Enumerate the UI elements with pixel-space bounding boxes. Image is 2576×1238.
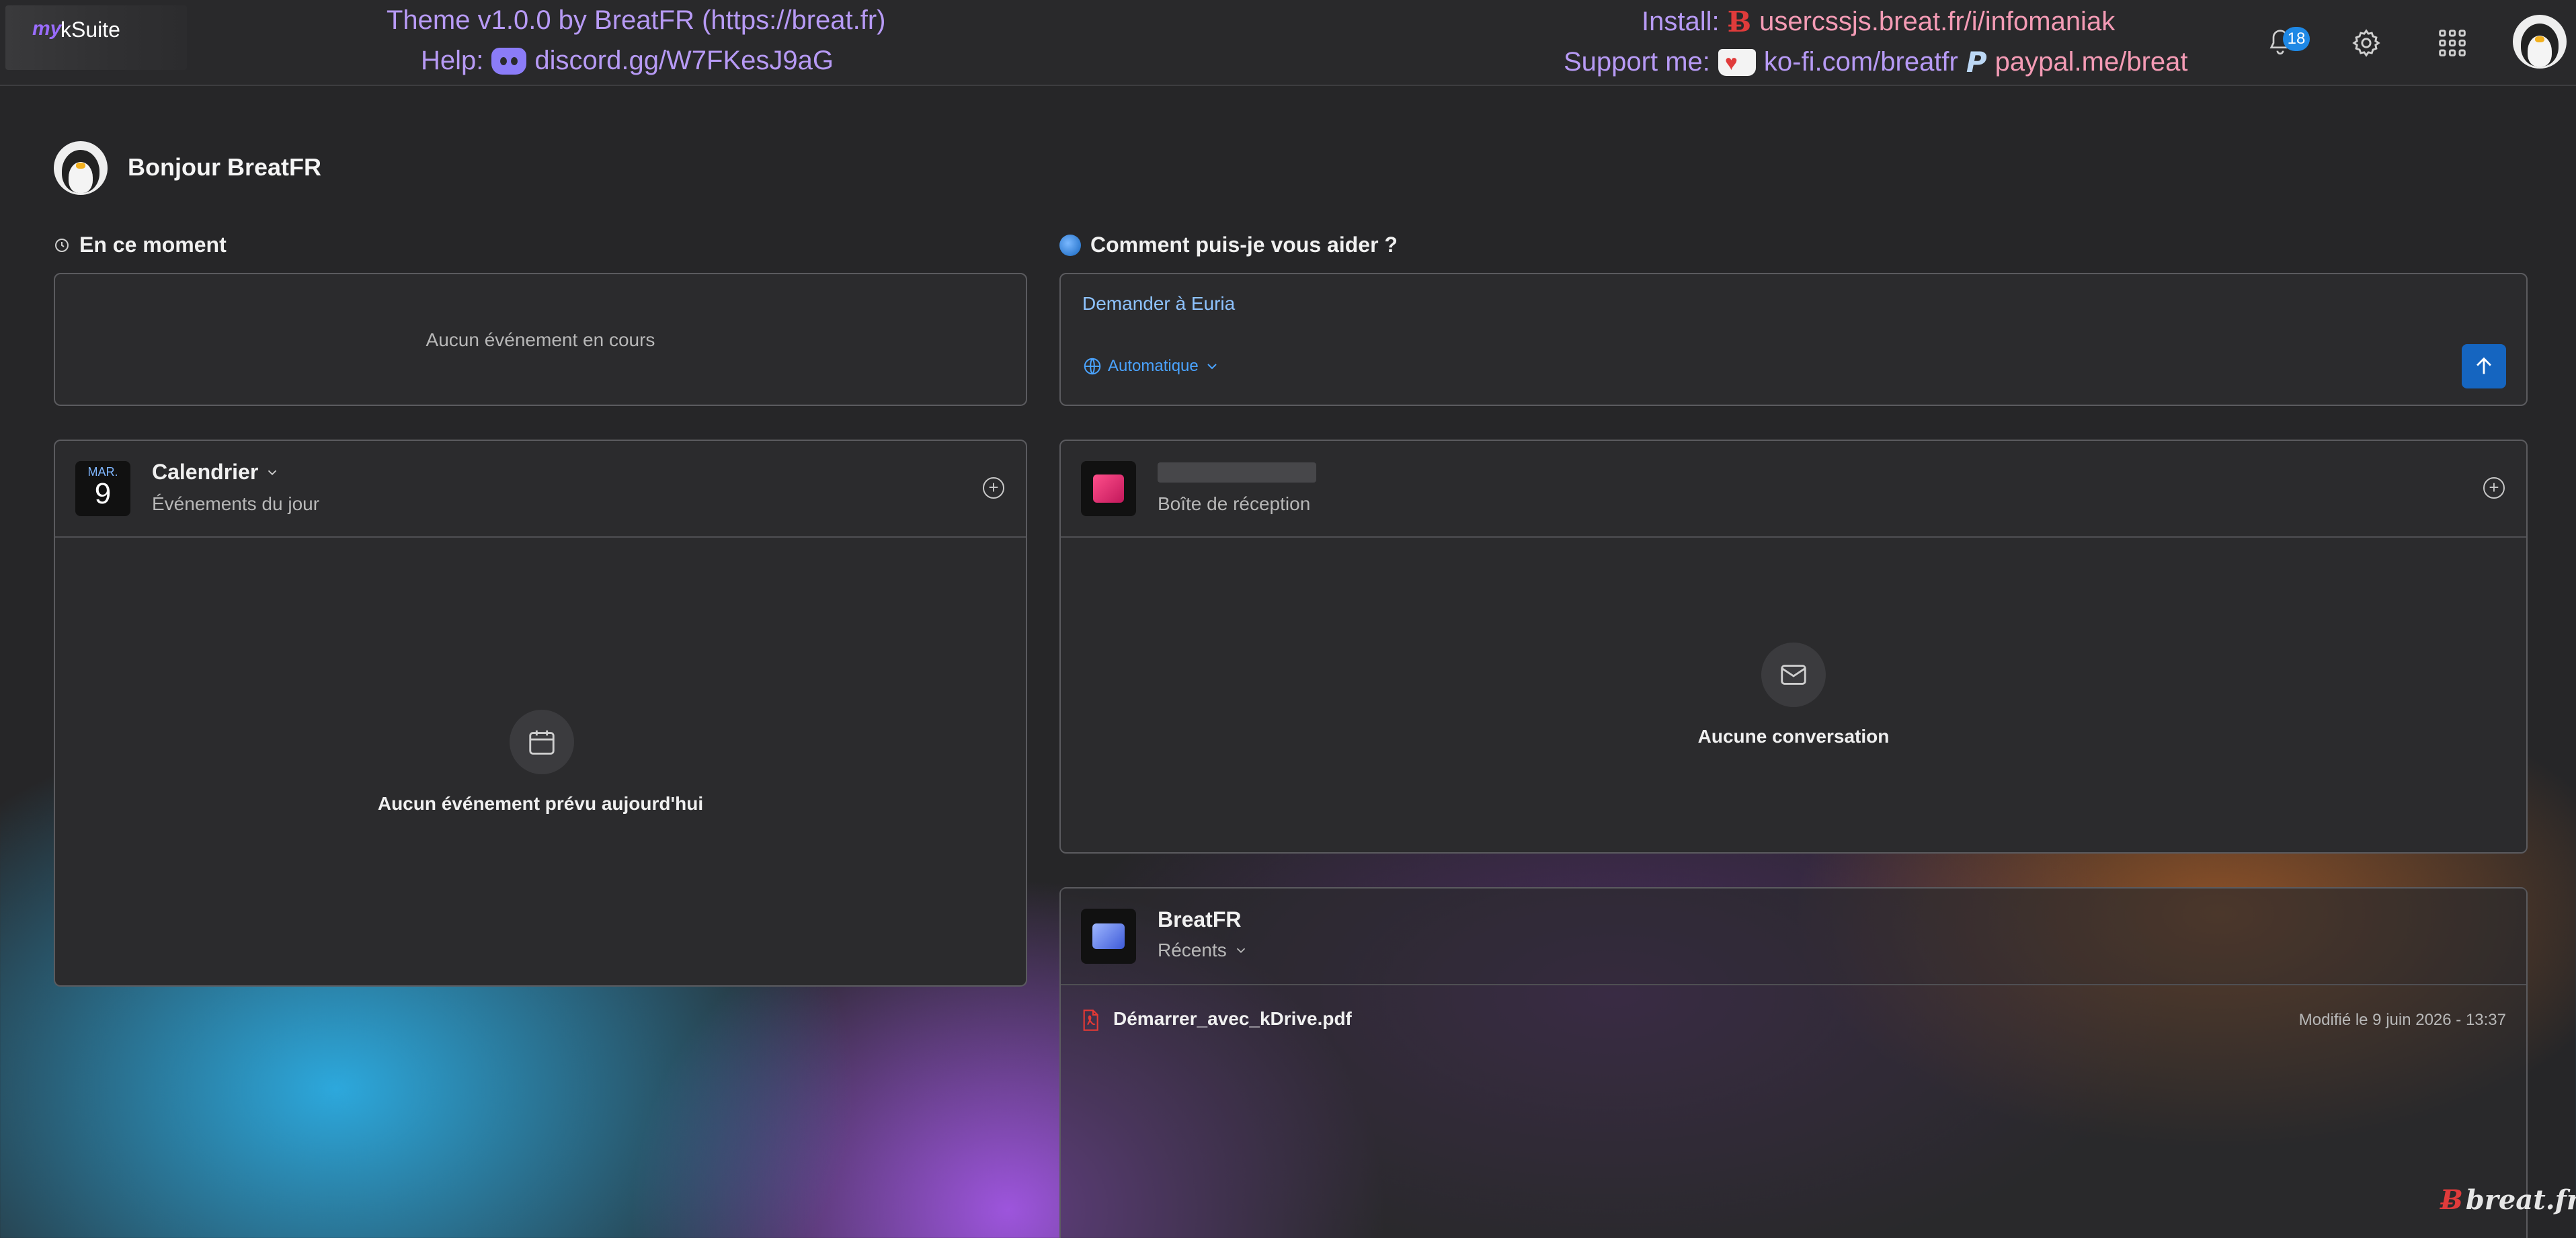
chevron-down-icon — [1236, 948, 1245, 954]
drive-header: BreatFR Récents — [1061, 889, 2526, 985]
logo-ksuite: kSuite — [61, 17, 120, 42]
paypal-icon: P — [1966, 46, 1987, 79]
calendar-add-button[interactable]: + — [983, 477, 1004, 499]
arrow-up-icon — [2477, 357, 2491, 374]
chevron-down-icon — [268, 470, 277, 475]
support-label: Support me: — [1564, 47, 1710, 77]
mail-app-icon — [1081, 461, 1136, 516]
now-title: En ce moment — [79, 233, 227, 257]
gear-icon — [2352, 29, 2380, 57]
help-line: Help: discord.gg/W7FKesJ9aG — [421, 46, 834, 76]
send-button[interactable] — [2462, 344, 2506, 388]
install-label: Install: — [1642, 7, 1720, 36]
calendar-empty-icon — [510, 710, 574, 774]
help-discord-link[interactable]: discord.gg/W7FKesJ9aG — [534, 46, 834, 76]
penguin-avatar-icon — [2521, 23, 2559, 67]
drive-title: BreatFR — [1158, 907, 1242, 932]
top-bar: my kSuite Theme v1.0.0 by BreatFR (https… — [0, 0, 2576, 86]
greeting-avatar — [54, 141, 108, 195]
calendar-icon — [529, 730, 555, 755]
watermark-text: breat.fr — [2465, 1184, 2576, 1216]
logo-my: my — [32, 17, 62, 40]
assistant-input[interactable]: Demander à Euria — [1082, 293, 1235, 315]
file-name: Démarrer_avec_kDrive.pdf — [1113, 1008, 1352, 1029]
euria-icon — [1059, 234, 1081, 256]
now-section-title: En ce moment — [54, 233, 227, 257]
calendar-card: MAR. 9 Calendrier Événements du jour + A… — [54, 440, 1027, 987]
kofi-cup-icon — [1718, 48, 1756, 76]
assistant-title: Comment puis-je vous aider ? — [1090, 233, 1398, 257]
mail-empty-icon — [1761, 643, 1826, 707]
support-line: Support me: ko-fi.com/breatfr P paypal.m… — [1564, 46, 2188, 79]
mail-header: Boîte de réception + — [1061, 441, 2526, 538]
drive-app-icon — [1081, 909, 1136, 964]
apps-button[interactable] — [2431, 22, 2474, 65]
greeting-title: Bonjour BreatFR — [128, 153, 321, 181]
pdf-file-icon — [1083, 1009, 1098, 1031]
calendar-subtitle: Événements du jour — [152, 493, 320, 514]
assistant-section-title: Comment puis-je vous aider ? — [1059, 233, 1398, 257]
install-link[interactable]: usercssjs.breat.fr/i/infomaniak — [1759, 7, 2115, 37]
theme-credit-text: Theme v1.0.0 by BreatFR (https://breat.f… — [387, 5, 886, 35]
apps-grid-icon — [2439, 30, 2466, 56]
mail-account-name-redacted — [1158, 462, 1316, 483]
paypal-link[interactable]: paypal.me/breat — [1995, 47, 2188, 77]
assistant-card: Demander à Euria Automatique — [1059, 273, 2528, 406]
calendar-header: MAR. 9 Calendrier Événements du jour + — [55, 441, 1026, 538]
assistant-mode-label: Automatique — [1108, 357, 1199, 375]
breat-watermark: Ƀ breat.fr — [2440, 1184, 2576, 1216]
calendar-title: Calendrier — [152, 460, 259, 484]
chevron-down-icon — [1207, 364, 1217, 370]
assistant-mode-select[interactable]: Automatique — [1082, 356, 1220, 376]
help-label: Help: — [421, 46, 484, 75]
drive-card: BreatFR Récents Démarrer_avec_kDrive.pdf… — [1059, 887, 2528, 1238]
breat-logo-icon: Ƀ — [2440, 1184, 2463, 1216]
mail-card: Boîte de réception + Aucune conversation — [1059, 440, 2528, 854]
calendar-day: 9 — [94, 477, 112, 510]
mykSuite-logo[interactable]: my kSuite — [5, 5, 187, 70]
file-row[interactable]: Démarrer_avec_kDrive.pdf Modifié le 9 ju… — [1081, 1003, 2506, 1036]
envelope-icon — [1781, 665, 1806, 685]
calendar-empty-text: Aucun événement prévu aujourd'hui — [377, 793, 704, 814]
settings-button[interactable] — [2345, 22, 2388, 65]
theme-credit[interactable]: Theme v1.0.0 by BreatFR (https://breat.f… — [387, 5, 886, 36]
now-card: Aucun événement en cours — [54, 273, 1027, 406]
penguin-avatar-icon — [62, 149, 99, 193]
user-avatar-button[interactable] — [2513, 15, 2567, 69]
mail-subtitle: Boîte de réception — [1158, 493, 1311, 514]
mail-empty-text: Aucune conversation — [1697, 726, 1890, 747]
kofi-link[interactable]: ko-fi.com/breatfr — [1764, 47, 1958, 77]
drive-filter-label: Récents — [1158, 940, 1227, 960]
discord-icon — [491, 47, 527, 75]
notifications-badge: 18 — [2283, 27, 2310, 51]
mail-add-button[interactable]: + — [2483, 477, 2505, 499]
globe-icon — [1084, 358, 1101, 375]
calendar-date-icon: MAR. 9 — [75, 461, 130, 516]
clock-icon — [55, 238, 69, 252]
calendar-title-dropdown[interactable]: Calendrier — [152, 460, 280, 485]
breat-logo-icon: Ƀ — [1727, 5, 1752, 38]
install-line: Install: Ƀ usercssjs.breat.fr/i/infomani… — [1642, 5, 2115, 38]
now-empty-text: Aucun événement en cours — [426, 329, 655, 350]
drive-filter-dropdown[interactable]: Récents — [1158, 940, 1248, 961]
file-modified: Modifié le 9 juin 2026 - 13:37 — [2298, 1011, 2506, 1029]
